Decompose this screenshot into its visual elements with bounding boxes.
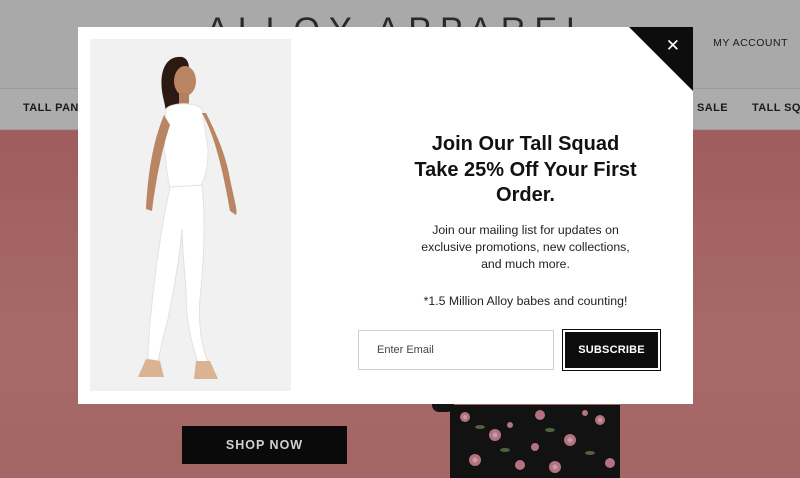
description-line-1: Join our mailing list for updates on xyxy=(432,222,619,237)
description-line-2: exclusive promotions, new collections, xyxy=(421,239,630,254)
headline-line-3: Order. xyxy=(496,184,555,206)
close-button[interactable]: ✕ xyxy=(629,27,693,91)
popup-content: Join Our Tall Squad Take 25% Off Your Fi… xyxy=(358,132,693,308)
description-line-3: and much more. xyxy=(481,256,570,271)
headline-line-2: Take 25% Off Your First xyxy=(414,158,637,181)
email-input[interactable] xyxy=(358,330,554,370)
subscribe-button[interactable]: SUBSCRIBE xyxy=(562,329,661,371)
popup-headline: Join Our Tall Squad Take 25% Off Your Fi… xyxy=(358,132,693,209)
newsletter-popup: ✕ Join Our Tall Squad Take 25% Off Your … xyxy=(78,27,693,404)
close-icon[interactable]: ✕ xyxy=(666,36,680,56)
subscriber-count-text: *1.5 Million Alloy babes and counting! xyxy=(423,293,628,308)
popup-description: Join our mailing list for updates on exc… xyxy=(358,222,693,273)
popup-model-photo xyxy=(90,39,291,391)
headline-line-1: Join Our Tall Squad xyxy=(431,133,620,155)
